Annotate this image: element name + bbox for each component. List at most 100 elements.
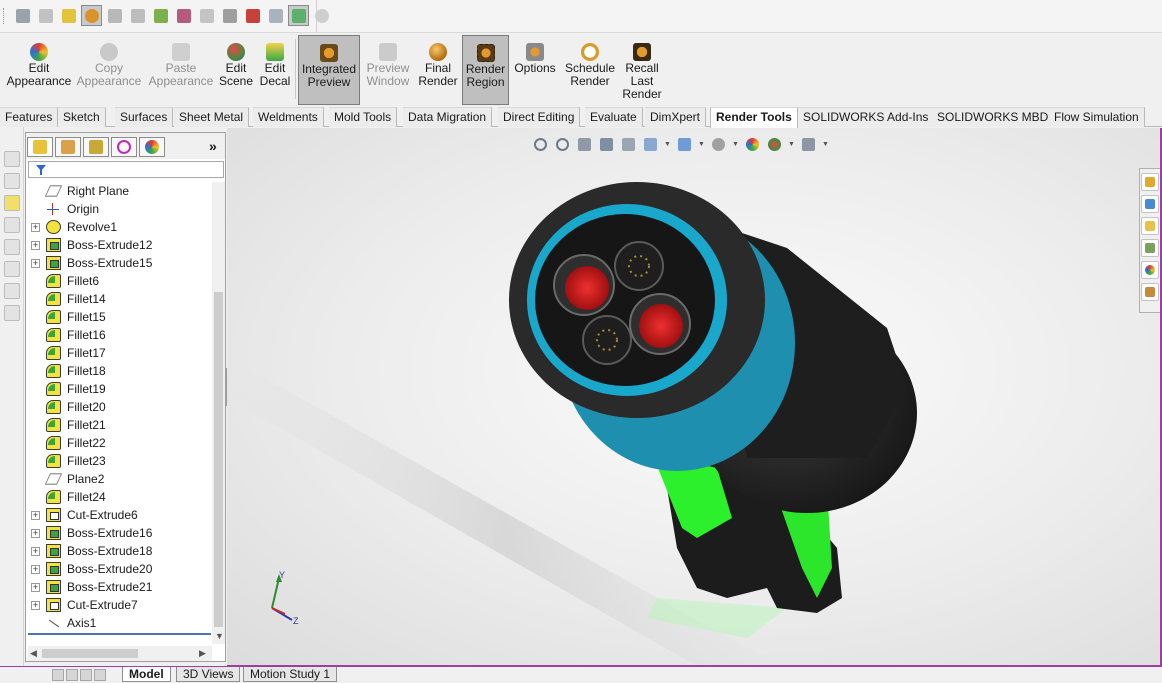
schedule-render-button[interactable]: Schedule Render: [562, 35, 618, 105]
next-tab-icon[interactable]: [80, 669, 92, 681]
tree-node[interactable]: Fillet20: [26, 398, 212, 416]
tab-data-migration[interactable]: Data Migration: [403, 107, 493, 127]
screw-icon[interactable]: [219, 5, 240, 26]
appearance-toggle-icon[interactable]: [81, 5, 102, 26]
dimxpert-manager-tab[interactable]: [111, 137, 137, 157]
zoom-to-area-icon[interactable]: [554, 136, 571, 153]
resources-icon[interactable]: [1141, 195, 1159, 213]
edit-appearance-button[interactable]: Edit Appearance: [6, 35, 72, 105]
tree-node[interactable]: Plane2: [26, 470, 212, 488]
apply-scene-icon[interactable]: [766, 136, 783, 153]
tab-solidworks-add-ins[interactable]: SOLIDWORKS Add-Ins: [798, 107, 935, 127]
tab-flow-simulation[interactable]: Flow Simulation: [1049, 107, 1145, 127]
last-tab-icon[interactable]: [94, 669, 106, 681]
refresh-icon[interactable]: [311, 5, 332, 26]
scroll-down-arrow-icon[interactable]: ▼: [215, 631, 224, 641]
relations-icon[interactable]: [4, 195, 20, 211]
tree-node[interactable]: Axis1: [26, 614, 212, 632]
preview-window-button[interactable]: Preview Window: [364, 35, 412, 105]
scroll-right-arrow-icon[interactable]: ▶: [199, 648, 206, 659]
repair-sketch-icon[interactable]: [4, 261, 20, 277]
recall-last-render-button[interactable]: Recall Last Render: [622, 35, 662, 105]
expand-icon[interactable]: +: [31, 529, 40, 538]
view-orientation-icon[interactable]: [642, 136, 659, 153]
tree-node[interactable]: + Cut-Extrude6: [26, 506, 212, 524]
tree-node[interactable]: Fillet18: [26, 362, 212, 380]
render-region-button[interactable]: Render Region: [462, 35, 509, 105]
tree-node[interactable]: + Boss-Extrude20: [26, 560, 212, 578]
dimension-icon[interactable]: [242, 5, 263, 26]
expand-icon[interactable]: +: [31, 583, 40, 592]
tab-motion-study-1[interactable]: Motion Study 1: [243, 667, 338, 682]
edit-decal-button[interactable]: Edit Decal: [258, 35, 292, 105]
custom-properties-icon[interactable]: [1141, 283, 1159, 301]
chevron-down-icon[interactable]: ▼: [788, 141, 795, 148]
toolbar-grip[interactable]: [3, 8, 7, 24]
tree-node[interactable]: Right Plane: [26, 182, 212, 200]
paste-appearance-button[interactable]: Paste Appearance: [148, 35, 214, 105]
expand-icon[interactable]: +: [31, 511, 40, 520]
expand-icon[interactable]: +: [31, 565, 40, 574]
sketch-tool-icon[interactable]: [4, 151, 20, 167]
chevron-down-icon[interactable]: ▼: [732, 141, 739, 148]
tab-solidworks-mbd[interactable]: SOLIDWORKS MBD: [932, 107, 1055, 127]
edit-appearance-icon[interactable]: [744, 136, 761, 153]
folder-icon[interactable]: [1141, 217, 1159, 235]
tree-node[interactable]: Origin: [26, 200, 212, 218]
chevron-down-icon[interactable]: ▼: [664, 141, 671, 148]
display-relations-icon[interactable]: [4, 239, 20, 255]
expand-icon[interactable]: +: [31, 601, 40, 610]
display-style-icon[interactable]: [676, 136, 693, 153]
previous-tab-icon[interactable]: [66, 669, 78, 681]
expand-icon[interactable]: +: [31, 259, 40, 268]
section-icon[interactable]: [104, 5, 125, 26]
graphics-area[interactable]: ▼ ▼ ▼ ▼ ▼ Y Z: [227, 128, 1162, 666]
link-icon[interactable]: [127, 5, 148, 26]
tab-evaluate[interactable]: Evaluate: [585, 107, 643, 127]
tab-render-tools[interactable]: Render Tools: [710, 107, 798, 128]
chevron-down-icon[interactable]: ▼: [698, 141, 705, 148]
tree-node[interactable]: Fillet23: [26, 452, 212, 470]
tab-surfaces[interactable]: Surfaces: [115, 107, 174, 127]
tree-horizontal-scrollbar[interactable]: ◀ ▶: [28, 646, 212, 661]
copy-appearance-button[interactable]: Copy Appearance: [76, 35, 142, 105]
home-icon[interactable]: [1141, 173, 1159, 191]
tree-node[interactable]: + Boss-Extrude18: [26, 542, 212, 560]
horizontal-scroll-thumb[interactable]: [42, 649, 138, 658]
configuration-manager-tab[interactable]: [83, 137, 109, 157]
tab-direct-editing[interactable]: Direct Editing: [498, 107, 581, 127]
integrated-preview-button[interactable]: Integrated Preview: [298, 35, 360, 105]
vertical-scroll-thumb[interactable]: [214, 292, 223, 627]
edit-scene-button[interactable]: Edit Scene: [218, 35, 254, 105]
hierarchy-icon[interactable]: [58, 5, 79, 26]
shaded-icon[interactable]: [12, 5, 33, 26]
options-button[interactable]: Options: [512, 35, 558, 105]
lines-icon[interactable]: [173, 5, 194, 26]
scroll-left-arrow-icon[interactable]: ◀: [30, 648, 37, 659]
chevron-down-icon[interactable]: ▼: [822, 141, 829, 148]
tab-mold-tools[interactable]: Mold Tools: [329, 107, 398, 127]
expand-icon[interactable]: +: [31, 223, 40, 232]
file-explorer-icon[interactable]: [1141, 239, 1159, 257]
tab-model[interactable]: Model: [122, 667, 171, 682]
tree-node[interactable]: + Boss-Extrude21: [26, 578, 212, 596]
display-manager-tab[interactable]: [139, 137, 165, 157]
grid-icon[interactable]: [265, 5, 286, 26]
layers-icon[interactable]: [288, 5, 309, 26]
add-relation-icon[interactable]: [4, 217, 20, 233]
tree-node[interactable]: Fillet19: [26, 380, 212, 398]
tree-node[interactable]: Fillet15: [26, 308, 212, 326]
tab-sheet-metal[interactable]: Sheet Metal: [174, 107, 250, 127]
tab-sketch[interactable]: Sketch: [58, 107, 106, 127]
expand-icon[interactable]: +: [31, 547, 40, 556]
wireframe-icon[interactable]: [35, 5, 56, 26]
tree-node[interactable]: Fillet16: [26, 326, 212, 344]
previous-view-icon[interactable]: [576, 136, 593, 153]
rapid-sketch-icon[interactable]: [4, 305, 20, 321]
tree-node[interactable]: + Revolve1: [26, 218, 212, 236]
tree-node[interactable]: + Boss-Extrude16: [26, 524, 212, 542]
view-settings-icon[interactable]: [800, 136, 817, 153]
tree-node[interactable]: Fillet21: [26, 416, 212, 434]
tab-3d-views[interactable]: 3D Views: [176, 667, 241, 682]
zoom-to-fit-icon[interactable]: [532, 136, 549, 153]
